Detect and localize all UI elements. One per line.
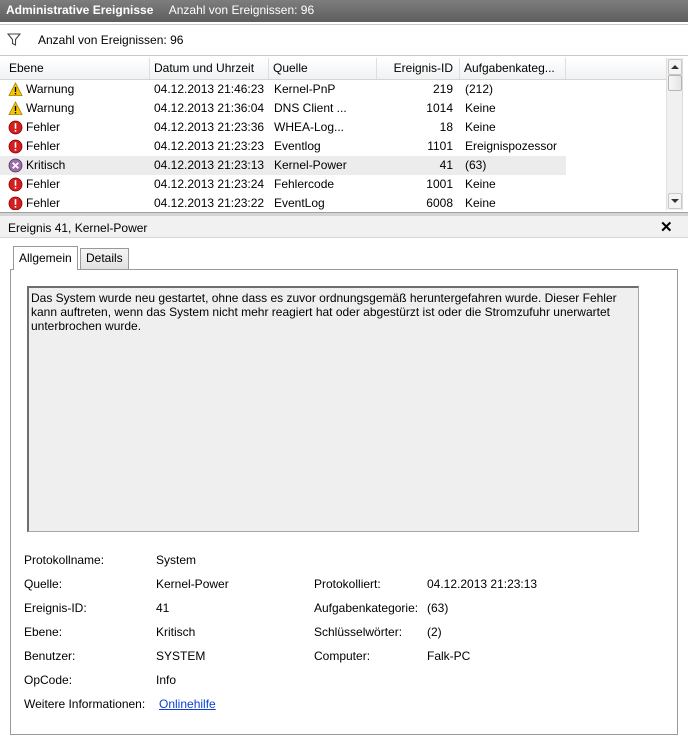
error-icon: [8, 120, 23, 135]
event-row[interactable]: Warnung 04.12.2013 21:36:04 DNS Client ...…: [0, 99, 566, 118]
source-value: Kernel-Power: [156, 577, 229, 591]
keywords-value: (2): [427, 625, 442, 639]
error-icon: [8, 196, 23, 210]
event-task-category: Keine: [465, 120, 496, 134]
event-level: Warnung: [26, 101, 75, 115]
event-level: Fehler: [26, 196, 61, 210]
opcode-value: Info: [156, 673, 177, 687]
event-row[interactable]: Kritisch 04.12.2013 21:23:13 Kernel-Power 4…: [0, 156, 566, 175]
opcode-label: OpCode:: [24, 673, 73, 687]
chevron-up-icon: [671, 65, 679, 69]
tab-general[interactable]: Allgemein: [13, 246, 78, 270]
event-datetime: 04.12.2013 21:23:22: [154, 196, 265, 210]
log-title: Administrative Ereignisse: [6, 3, 154, 17]
column-header-row: Ebene Datum und Uhrzeit Quelle Ereignis-…: [0, 58, 666, 80]
event-count-title: Anzahl von Ereignissen: 96: [168, 3, 315, 17]
error-icon: [8, 177, 23, 192]
event-task-category: (212): [465, 82, 494, 96]
computer-label: Computer:: [314, 649, 371, 663]
event-list[interactable]: Ebene Datum und Uhrzeit Quelle Ereignis-…: [0, 58, 683, 210]
source-label: Quelle:: [24, 577, 63, 591]
user-label: Benutzer:: [24, 649, 76, 663]
event-id: 41: [439, 158, 453, 172]
general-tab-panel: Das System wurde neu gestartet, ohne das…: [10, 269, 678, 735]
event-id: 219: [432, 82, 453, 96]
log-name-label: Protokollname:: [24, 553, 105, 567]
event-datetime: 04.12.2013 21:23:13: [154, 158, 265, 172]
warning-icon: [8, 82, 23, 97]
error-icon: [8, 139, 23, 154]
column-header-event-id[interactable]: Ereignis-ID: [377, 58, 460, 79]
event-source: Kernel-PnP: [274, 82, 336, 96]
task-category-label: Aufgabenkategorie:: [314, 601, 419, 615]
event-row[interactable]: Warnung 04.12.2013 21:46:23 Kernel-PnP 219 (…: [0, 80, 566, 99]
warning-icon: [8, 101, 23, 116]
event-level: Warnung: [26, 82, 75, 96]
detail-title: Ereignis 41, Kernel-Power: [8, 221, 148, 235]
event-row[interactable]: Fehler 04.12.2013 21:23:23 Eventlog 1101 Ere…: [0, 137, 566, 156]
column-header-source[interactable]: Quelle: [269, 58, 377, 79]
task-category-value: (63): [427, 601, 449, 615]
event-datetime: 04.12.2013 21:23:24: [154, 177, 265, 191]
event-description[interactable]: Das System wurde neu gestartet, ohne das…: [27, 286, 639, 532]
event-task-category: Keine: [465, 196, 496, 210]
title-bar: Administrative Ereignisse Anzahl von Ere…: [0, 0, 688, 22]
event-datetime: 04.12.2013 21:23:36: [154, 120, 265, 134]
event-row[interactable]: Fehler 04.12.2013 21:23:36 WHEA-Log... 18 Ke…: [0, 118, 566, 137]
event-task-category: Ereignispozessor: [465, 139, 558, 153]
event-task-category: (63): [465, 158, 487, 172]
event-id: 6008: [426, 196, 453, 210]
level-label: Ebene:: [24, 625, 63, 639]
log-name-value: System: [156, 553, 197, 567]
vertical-scrollbar[interactable]: [666, 58, 682, 210]
chevron-down-icon: [671, 199, 679, 203]
event-source: EventLog: [274, 196, 325, 210]
event-detail-pane: Ereignis 41, Kernel-Power ✕ Allgemein De…: [0, 216, 688, 740]
event-task-category: Keine: [465, 101, 496, 115]
filter-count-text: Anzahl von Ereignissen: 96: [38, 33, 184, 47]
tab-details[interactable]: Details: [80, 248, 129, 269]
more-info-label: Weitere Informationen:: [24, 697, 146, 711]
event-id: 18: [439, 120, 453, 134]
event-id: 1001: [426, 177, 453, 191]
event-datetime: 04.12.2013 21:36:04: [154, 101, 265, 115]
computer-value: Falk-PC: [427, 649, 471, 663]
scroll-down-button[interactable]: [668, 193, 682, 209]
event-level: Fehler: [26, 139, 61, 153]
event-id-label: Ereignis-ID:: [24, 601, 87, 615]
event-level: Fehler: [26, 177, 61, 191]
online-help-link[interactable]: Onlinehilfe: [159, 697, 216, 711]
event-source: DNS Client ...: [274, 101, 347, 115]
level-value: Kritisch: [156, 625, 196, 639]
event-source: Fehlercode: [274, 177, 335, 191]
event-row[interactable]: Fehler 04.12.2013 21:23:22 EventLog 6008 Kei…: [0, 194, 566, 210]
column-header-datetime[interactable]: Datum und Uhrzeit: [150, 58, 269, 79]
close-icon[interactable]: ✕: [660, 218, 673, 236]
keywords-label: Schlüsselwörter:: [314, 625, 403, 639]
event-source: Kernel-Power: [274, 158, 347, 172]
user-value: SYSTEM: [156, 649, 206, 663]
event-source: WHEA-Log...: [274, 120, 345, 134]
filter-bar: Anzahl von Ereignissen: 96: [0, 24, 688, 56]
event-task-category: Keine: [465, 177, 496, 191]
event-row[interactable]: Fehler 04.12.2013 21:23:24 Fehlercode 1001 K…: [0, 175, 566, 194]
column-header-task-category[interactable]: Aufgabenkateg...: [460, 58, 566, 79]
logged-value: 04.12.2013 21:23:13: [427, 577, 538, 591]
event-source: Eventlog: [274, 139, 321, 153]
scroll-up-button[interactable]: [668, 59, 682, 75]
event-id-value: 41: [156, 601, 170, 615]
event-id: 1101: [427, 139, 453, 153]
event-datetime: 04.12.2013 21:23:23: [154, 139, 265, 153]
detail-header: Ereignis 41, Kernel-Power ✕: [0, 216, 688, 238]
critical-icon: [8, 158, 23, 173]
event-datetime: 04.12.2013 21:46:23: [154, 82, 265, 96]
event-level: Fehler: [26, 120, 61, 134]
filter-icon[interactable]: [6, 33, 22, 50]
logged-label: Protokolliert:: [314, 577, 381, 591]
column-header-level[interactable]: Ebene: [0, 58, 150, 79]
scroll-thumb[interactable]: [668, 75, 682, 91]
event-level: Kritisch: [26, 158, 66, 172]
event-id: 1014: [426, 101, 453, 115]
